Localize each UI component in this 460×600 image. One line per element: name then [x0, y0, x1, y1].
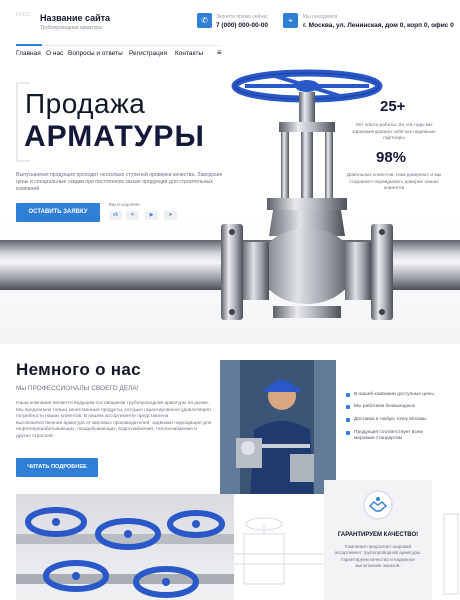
phone-number[interactable]: 7 (000) 000-00-00: [216, 22, 268, 29]
about-text: Наша компания является ведущим поставщик…: [16, 401, 212, 439]
request-button[interactable]: ОСТАВИТЬ ЗАЯВКУ: [16, 203, 100, 222]
handshake-icon: [368, 497, 388, 512]
nav-item-about[interactable]: О нас: [46, 50, 63, 57]
nav-item-registration[interactable]: Регистрация: [129, 50, 167, 57]
stat-clients-value: 98%: [376, 149, 407, 166]
site-subtitle: Трубопроводная арматура: [40, 25, 102, 31]
nav-divider: [16, 45, 220, 46]
list-item: Доставка в любую точку Москвы: [346, 417, 456, 427]
check-icon: [346, 405, 350, 409]
list-item-text: Продукция соответствует всем мировым ста…: [354, 430, 423, 441]
phone-label: Звоните прямо сейчас: [216, 14, 269, 20]
site-header: LOGO Название сайта Трубопроводная армат…: [0, 0, 460, 40]
telegram-icon[interactable]: ➤: [164, 211, 177, 220]
nav-item-home[interactable]: Главная: [16, 50, 41, 57]
list-item: Продукция соответствует всем мировым ста…: [346, 430, 456, 446]
stat-years-text: Лет опыта работы. За эти годы мы зареком…: [352, 123, 436, 141]
social-label: Мы в соцсетях: [109, 202, 140, 207]
main-nav: Главная О нас Вопросы и ответы Регистрац…: [0, 44, 460, 64]
address-value: г. Москва, ул. Ленинская, дом 0, корп 0,…: [303, 22, 454, 29]
quality-text: Компания предлагает широкий ассортимент …: [334, 544, 422, 568]
quality-title: ГАРАНТИРУЕМ КАЧЕСТВО!: [337, 532, 419, 538]
quality-card: ГАРАНТИРУЕМ КАЧЕСТВО! Компания предлагае…: [324, 480, 432, 600]
nav-item-faq[interactable]: Вопросы и ответы: [68, 50, 123, 57]
check-icon: [346, 418, 350, 422]
stat-clients-text: Довольных клиентов. Нам доверяют, и мы с…: [346, 173, 442, 191]
site-title[interactable]: Название сайта: [40, 13, 110, 23]
hero-title-line2: АРМАТУРЫ: [24, 120, 205, 153]
nav-item-contacts[interactable]: Контакты: [175, 50, 203, 57]
logo-text: LOGO: [16, 12, 31, 18]
about-title: Немного о нас: [16, 360, 141, 379]
list-item-text: Мы работаем безвыходных: [354, 404, 416, 409]
page: LOGO Название сайта Трубопроводная армат…: [0, 0, 460, 600]
nav-active-indicator: [16, 44, 42, 46]
list-item-text: Доставка в любую точку Москвы: [354, 417, 427, 422]
logo[interactable]: LOGO: [16, 12, 34, 26]
check-icon: [346, 393, 350, 397]
valves-illustration: [16, 507, 234, 598]
address-label: Мы находимся: [303, 14, 338, 20]
phone-icon: ✆: [197, 13, 212, 28]
valves-photo: [16, 494, 234, 600]
worker-photo: [220, 360, 336, 500]
twitter-icon[interactable]: ✕: [126, 211, 139, 220]
list-item: Мы работаем безвыходных: [346, 404, 456, 414]
read-more-button[interactable]: ЧИТАТЬ ПОДРОБНЕЕ: [16, 458, 98, 477]
location-icon: ⌖: [283, 13, 298, 28]
check-icon: [346, 431, 350, 435]
menu-icon[interactable]: ≡: [217, 48, 222, 57]
hero-title-line1: Продажа: [25, 88, 146, 119]
about-subtitle: Мы ПРОФЕССИОНАЛЫ СВОЕГО ДЕЛА!: [16, 385, 139, 392]
vk-icon[interactable]: vk: [109, 211, 122, 220]
quality-icon-circle: [363, 490, 393, 520]
stat-years-value: 25+: [380, 98, 406, 115]
list-item: В нашей компании доступные цены: [346, 392, 456, 402]
list-item-text: В нашей компании доступные цены: [354, 392, 434, 397]
worker-illustration: [220, 360, 336, 500]
youtube-icon[interactable]: ▶: [145, 211, 158, 220]
